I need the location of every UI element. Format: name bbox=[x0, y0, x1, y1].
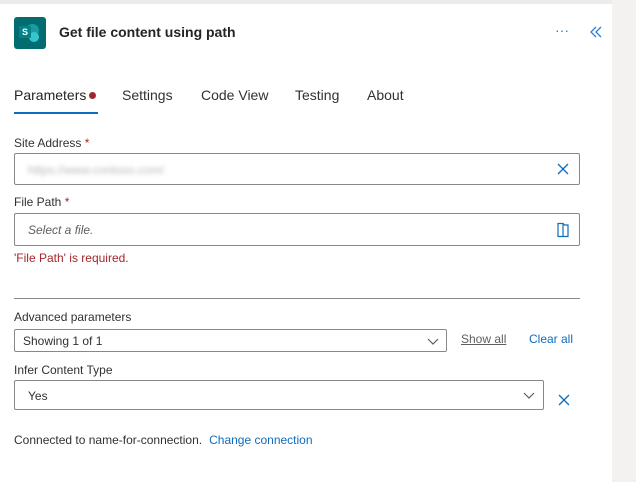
chevron-down-icon bbox=[427, 338, 439, 345]
show-all-link[interactable]: Show all bbox=[461, 332, 506, 346]
tab-parameters-label: Parameters bbox=[14, 87, 87, 103]
tab-testing[interactable]: Testing bbox=[295, 87, 339, 103]
sharepoint-icon: S bbox=[14, 17, 46, 49]
file-path-label-text: File Path bbox=[14, 195, 62, 209]
clear-all-link[interactable]: Clear all bbox=[529, 332, 573, 346]
tab-settings[interactable]: Settings bbox=[122, 87, 173, 103]
advanced-parameters-value: Showing 1 of 1 bbox=[23, 334, 103, 348]
error-dot-icon bbox=[89, 92, 97, 99]
infer-content-type-dropdown[interactable]: Yes bbox=[14, 380, 544, 410]
chevron-down-icon bbox=[523, 392, 535, 399]
connected-text: Connected to name-for-connection. bbox=[14, 433, 203, 447]
required-mark: * bbox=[64, 195, 70, 209]
section-divider bbox=[14, 298, 580, 299]
advanced-parameters-dropdown[interactable]: Showing 1 of 1 bbox=[14, 329, 447, 352]
action-details-panel: S Get file content using path ··· Parame… bbox=[0, 0, 612, 482]
clear-icon[interactable] bbox=[557, 163, 569, 175]
site-address-label: Site Address * bbox=[14, 136, 89, 150]
collapse-panel-icon[interactable] bbox=[588, 24, 604, 40]
file-path-placeholder: Select a file. bbox=[28, 223, 94, 237]
site-address-field[interactable]: https://www.contoso.com/ bbox=[14, 153, 580, 185]
change-connection-link[interactable]: Change connection bbox=[209, 433, 312, 447]
file-path-error: 'File Path' is required. bbox=[14, 251, 129, 265]
file-path-field[interactable]: Select a file. bbox=[14, 213, 580, 246]
tab-about[interactable]: About bbox=[367, 87, 404, 103]
active-tab-indicator bbox=[14, 112, 98, 114]
connection-info: Connected to name-for-connection. Change … bbox=[14, 433, 313, 447]
tab-parameters[interactable]: Parameters bbox=[14, 87, 97, 103]
top-border bbox=[0, 0, 612, 4]
infer-content-type-value: Yes bbox=[28, 389, 48, 403]
infer-content-type-label: Infer Content Type bbox=[14, 363, 113, 377]
file-picker-icon[interactable] bbox=[556, 222, 570, 238]
site-address-label-text: Site Address bbox=[14, 136, 82, 150]
advanced-parameters-label: Advanced parameters bbox=[14, 310, 132, 324]
file-path-label: File Path * bbox=[14, 195, 69, 209]
sharepoint-icon-letter: S bbox=[19, 26, 31, 38]
site-address-value: https://www.contoso.com/ bbox=[28, 163, 165, 177]
action-title: Get file content using path bbox=[59, 24, 236, 40]
more-options-button[interactable]: ··· bbox=[553, 22, 571, 40]
remove-parameter-icon[interactable] bbox=[558, 394, 570, 406]
required-mark: * bbox=[84, 136, 90, 150]
tab-code-view[interactable]: Code View bbox=[201, 87, 268, 103]
